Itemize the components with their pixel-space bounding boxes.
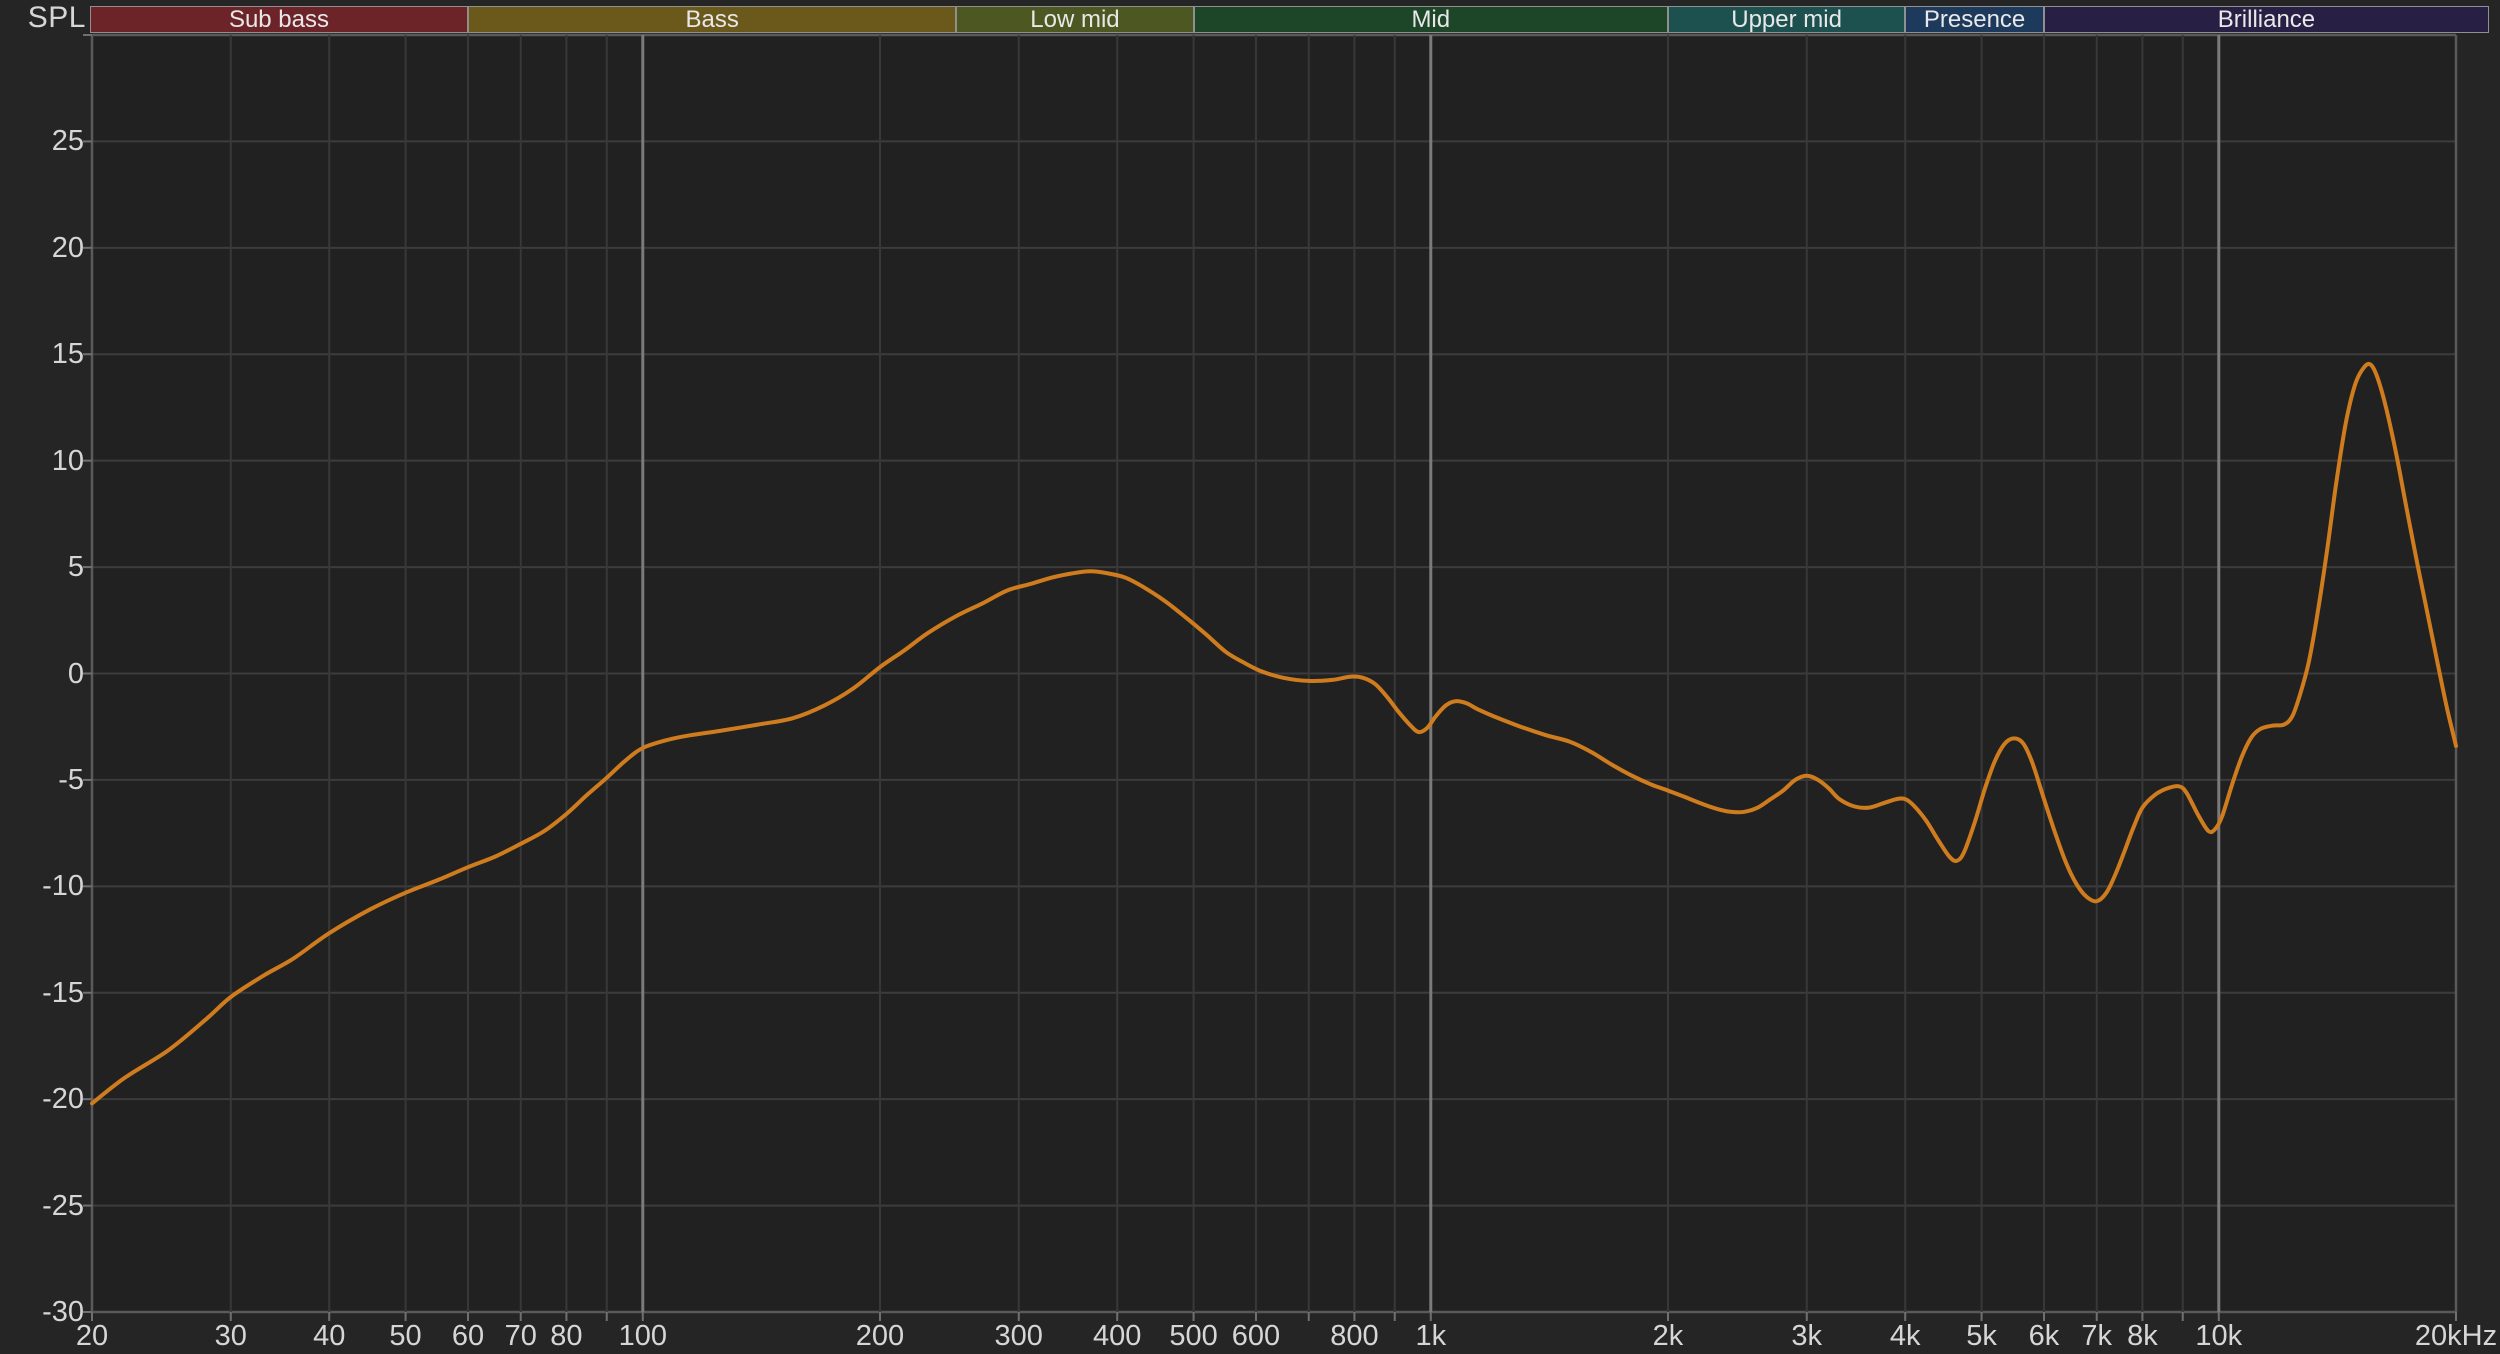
band-sub-bass: Sub bass <box>90 6 468 33</box>
x-tick-label-3000: 3k <box>1791 1320 1822 1352</box>
y-tick-label-20: 20 <box>0 233 84 263</box>
y-tick-label-25: 25 <box>0 126 84 156</box>
band-mid: Mid <box>1194 6 1668 33</box>
frequency-response-chart: SPL Sub bass Bass Low mid Mid Upper mid Prese… <box>0 0 2500 1354</box>
y-tick-label--15: -15 <box>0 978 84 1008</box>
band-bass: Bass <box>468 6 956 33</box>
x-tick-label-600: 600 <box>1232 1320 1280 1352</box>
x-tick-label-4000: 4k <box>1890 1320 1921 1352</box>
x-tick-label-70: 70 <box>505 1320 537 1352</box>
y-tick-label--30: -30 <box>0 1297 84 1327</box>
x-tick-label-80: 80 <box>550 1320 582 1352</box>
x-tick-label-400: 400 <box>1093 1320 1141 1352</box>
y-tick-label--25: -25 <box>0 1191 84 1221</box>
band-low-mid: Low mid <box>956 6 1193 33</box>
x-tick-label-500: 500 <box>1169 1320 1217 1352</box>
band-label: Mid <box>1411 8 1450 32</box>
x-tick-label-50: 50 <box>389 1320 421 1352</box>
x-tick-label-20: 20 <box>76 1320 108 1352</box>
x-tick-label-60: 60 <box>452 1320 484 1352</box>
x-tick-label-7000: 7k <box>2081 1320 2112 1352</box>
y-tick-label-15: 15 <box>0 339 84 369</box>
x-tick-label-8000: 8k <box>2127 1320 2158 1352</box>
band-brilliance: Brilliance <box>2044 6 2489 33</box>
band-label: Upper mid <box>1731 8 1842 32</box>
band-label: Brilliance <box>2218 8 2315 32</box>
y-tick-label--5: -5 <box>0 765 84 795</box>
spl-axis-title: SPL <box>0 2 86 34</box>
x-tick-label-300: 300 <box>995 1320 1043 1352</box>
plot-svg <box>0 0 2500 1354</box>
x-tick-label-10000: 10k <box>2195 1320 2242 1352</box>
x-tick-label-800: 800 <box>1330 1320 1378 1352</box>
band-label: Bass <box>685 8 738 32</box>
x-tick-label-40: 40 <box>313 1320 345 1352</box>
x-tick-label-20000: 20kHz <box>2415 1320 2497 1352</box>
x-tick-label-200: 200 <box>856 1320 904 1352</box>
band-label: Low mid <box>1030 8 1119 32</box>
x-tick-label-1000: 1k <box>1415 1320 1446 1352</box>
band-label: Presence <box>1924 8 2025 32</box>
y-tick-label-5: 5 <box>0 552 84 582</box>
x-tick-label-30: 30 <box>215 1320 247 1352</box>
band-upper-mid: Upper mid <box>1668 6 1905 33</box>
x-tick-label-100: 100 <box>619 1320 667 1352</box>
y-tick-label--20: -20 <box>0 1084 84 1114</box>
y-tick-label--10: -10 <box>0 871 84 901</box>
band-label: Sub bass <box>229 8 329 32</box>
y-tick-label-0: 0 <box>0 659 84 689</box>
band-presence: Presence <box>1905 6 2044 33</box>
x-tick-label-6000: 6k <box>2029 1320 2060 1352</box>
x-tick-label-2000: 2k <box>1653 1320 1684 1352</box>
y-tick-label-10: 10 <box>0 446 84 476</box>
frequency-band-strip: Sub bass Bass Low mid Mid Upper mid Presence B… <box>90 6 2489 33</box>
x-tick-label-5000: 5k <box>1966 1320 1997 1352</box>
